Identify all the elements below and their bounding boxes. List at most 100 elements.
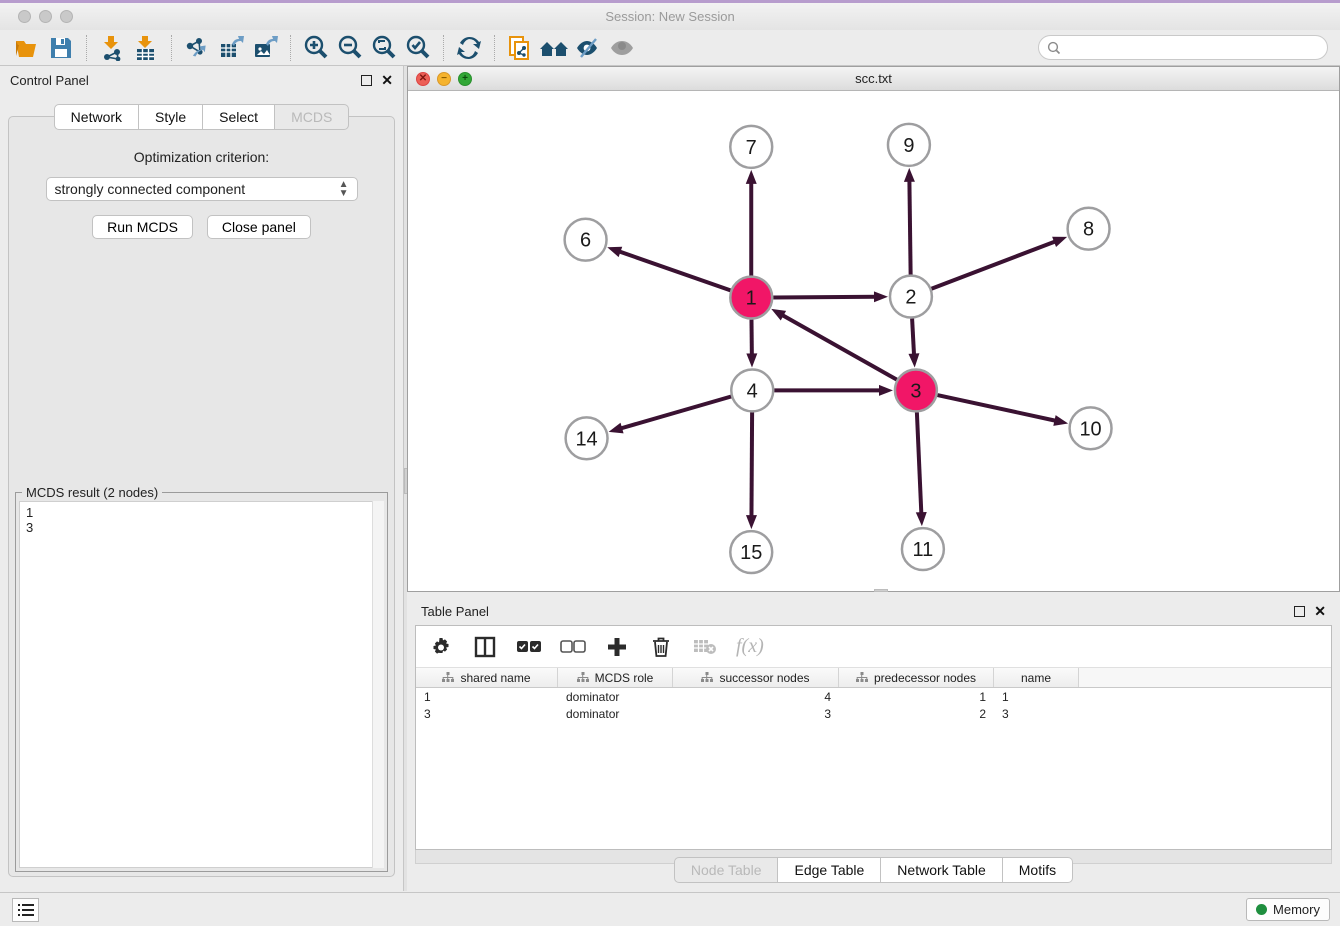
tab-network-table[interactable]: Network Table: [881, 857, 1002, 883]
graph-node-label: 7: [746, 137, 757, 159]
table-row[interactable]: 1dominator411: [416, 688, 1331, 705]
select-all-columns-icon[interactable]: [516, 634, 542, 660]
search-input[interactable]: [1066, 40, 1327, 55]
table-settings-gear-icon[interactable]: [428, 634, 454, 660]
function-builder-icon[interactable]: f(x): [736, 634, 764, 660]
table-row[interactable]: 3dominator323: [416, 705, 1331, 722]
graph-node-label: 6: [580, 230, 591, 252]
column-header-predecessor-nodes[interactable]: predecessor nodes: [839, 668, 994, 687]
graph-edge-arrowhead: [746, 515, 757, 529]
column-header-name[interactable]: name: [994, 668, 1079, 687]
tab-select[interactable]: Select: [203, 104, 275, 130]
table-cell[interactable]: 1: [416, 690, 558, 704]
close-panel-icon[interactable]: ✕: [381, 75, 393, 86]
graph-edge-3-1[interactable]: [781, 314, 897, 379]
graph-edge-arrowhead: [916, 512, 927, 526]
graph-edge-arrowhead: [1053, 415, 1068, 426]
tab-node-table[interactable]: Node Table: [674, 857, 779, 883]
show-column-icon[interactable]: [472, 634, 498, 660]
export-table-icon[interactable]: [214, 33, 248, 63]
graph-edge-3-11[interactable]: [917, 412, 922, 515]
open-folder-icon[interactable]: [10, 33, 44, 63]
network-graph[interactable]: 7968124314101511: [408, 91, 1339, 591]
graph-node-label: 9: [903, 135, 914, 157]
graph-edge-1-6[interactable]: [618, 251, 731, 290]
column-header-successor-nodes[interactable]: successor nodes: [673, 668, 839, 687]
mcds-result-group: MCDS result (2 nodes) 1 3: [15, 492, 388, 872]
column-type-icon: [701, 672, 713, 683]
first-neighbors-icon[interactable]: [537, 33, 571, 63]
graph-edge-arrowhead: [771, 309, 786, 321]
table-cell[interactable]: 4: [673, 690, 839, 704]
delete-table-icon[interactable]: [692, 634, 718, 660]
float-panel-icon[interactable]: [361, 75, 372, 86]
table-toolbar: f(x): [416, 626, 1331, 668]
table-panel: Table Panel ✕: [407, 597, 1340, 891]
toolbar-separator: [86, 35, 87, 61]
table-cell[interactable]: 1: [839, 690, 994, 704]
table-cell[interactable]: dominator: [558, 690, 673, 704]
table-cell[interactable]: 3: [673, 707, 839, 721]
graph-edge-2-8[interactable]: [931, 241, 1056, 289]
hide-panels-icon[interactable]: [571, 33, 605, 63]
graph-edge-2-3[interactable]: [912, 319, 914, 357]
graph-edge-4-15[interactable]: [751, 412, 752, 518]
refresh-icon[interactable]: [452, 33, 486, 63]
float-table-panel-icon[interactable]: [1294, 606, 1305, 617]
zoom-fit-icon[interactable]: [367, 33, 401, 63]
window-title: Session: New Session: [0, 9, 1340, 24]
unselect-all-columns-icon[interactable]: [560, 634, 586, 660]
task-history-button[interactable]: [12, 898, 39, 922]
graph-node-label: 10: [1079, 418, 1101, 440]
column-header-MCDS-role[interactable]: MCDS role: [558, 668, 673, 687]
column-header-label: shared name: [460, 671, 530, 685]
graph-edge-arrowhead: [746, 353, 757, 367]
toolbar-separator: [443, 35, 444, 61]
close-panel-button[interactable]: Close panel: [207, 215, 311, 239]
zoom-selected-icon[interactable]: [401, 33, 435, 63]
memory-button[interactable]: Memory: [1246, 898, 1330, 921]
select-caret-icon: ▲▼: [339, 180, 349, 198]
mcds-result-text[interactable]: 1 3: [19, 501, 384, 868]
tab-style[interactable]: Style: [139, 104, 203, 130]
save-session-icon[interactable]: [44, 33, 78, 63]
tab-motifs[interactable]: Motifs: [1003, 857, 1073, 883]
export-network-icon[interactable]: [180, 33, 214, 63]
graph-edge-2-9[interactable]: [909, 179, 910, 275]
table-cell[interactable]: dominator: [558, 707, 673, 721]
optimization-criterion-value: strongly connected component: [55, 181, 246, 197]
graph-edge-4-14[interactable]: [619, 397, 731, 429]
table-cell[interactable]: 1: [994, 690, 1079, 704]
zoom-out-icon[interactable]: [333, 33, 367, 63]
network-window-title: scc.txt: [408, 71, 1339, 86]
import-network-icon[interactable]: [95, 33, 129, 63]
control-panel-tabs: Network Style Select MCDS: [9, 104, 394, 130]
close-table-panel-icon[interactable]: ✕: [1314, 606, 1326, 617]
import-table-icon[interactable]: [129, 33, 163, 63]
table-cell[interactable]: 3: [416, 707, 558, 721]
graph-edge-1-2[interactable]: [773, 297, 877, 298]
tab-network[interactable]: Network: [54, 104, 139, 130]
search-field[interactable]: [1038, 35, 1328, 60]
optimization-criterion-select[interactable]: strongly connected component ▲▼: [46, 177, 358, 201]
graph-edge-arrowhead: [607, 247, 622, 257]
duplicate-network-icon[interactable]: [503, 33, 537, 63]
network-window-resize-grip[interactable]: [874, 589, 888, 592]
search-icon: [1047, 41, 1061, 55]
table-cell[interactable]: 2: [839, 707, 994, 721]
create-column-plus-icon[interactable]: [604, 634, 630, 660]
show-graphics-details-icon[interactable]: [605, 33, 639, 63]
network-canvas[interactable]: 7968124314101511: [408, 91, 1339, 591]
delete-column-trash-icon[interactable]: [648, 634, 674, 660]
column-header-shared-name[interactable]: shared name: [416, 668, 558, 687]
tab-edge-table[interactable]: Edge Table: [778, 857, 881, 883]
network-window-titlebar[interactable]: scc.txt ✕ − +: [408, 67, 1339, 91]
control-panel-body: Network Style Select MCDS Optimization c…: [8, 116, 395, 877]
zoom-in-icon[interactable]: [299, 33, 333, 63]
tab-mcds[interactable]: MCDS: [275, 104, 349, 130]
export-image-icon[interactable]: [248, 33, 282, 63]
run-mcds-button[interactable]: Run MCDS: [92, 215, 193, 239]
table-cell[interactable]: 3: [994, 707, 1079, 721]
result-scrollbar[interactable]: [372, 501, 384, 868]
graph-edge-3-10[interactable]: [937, 395, 1057, 421]
